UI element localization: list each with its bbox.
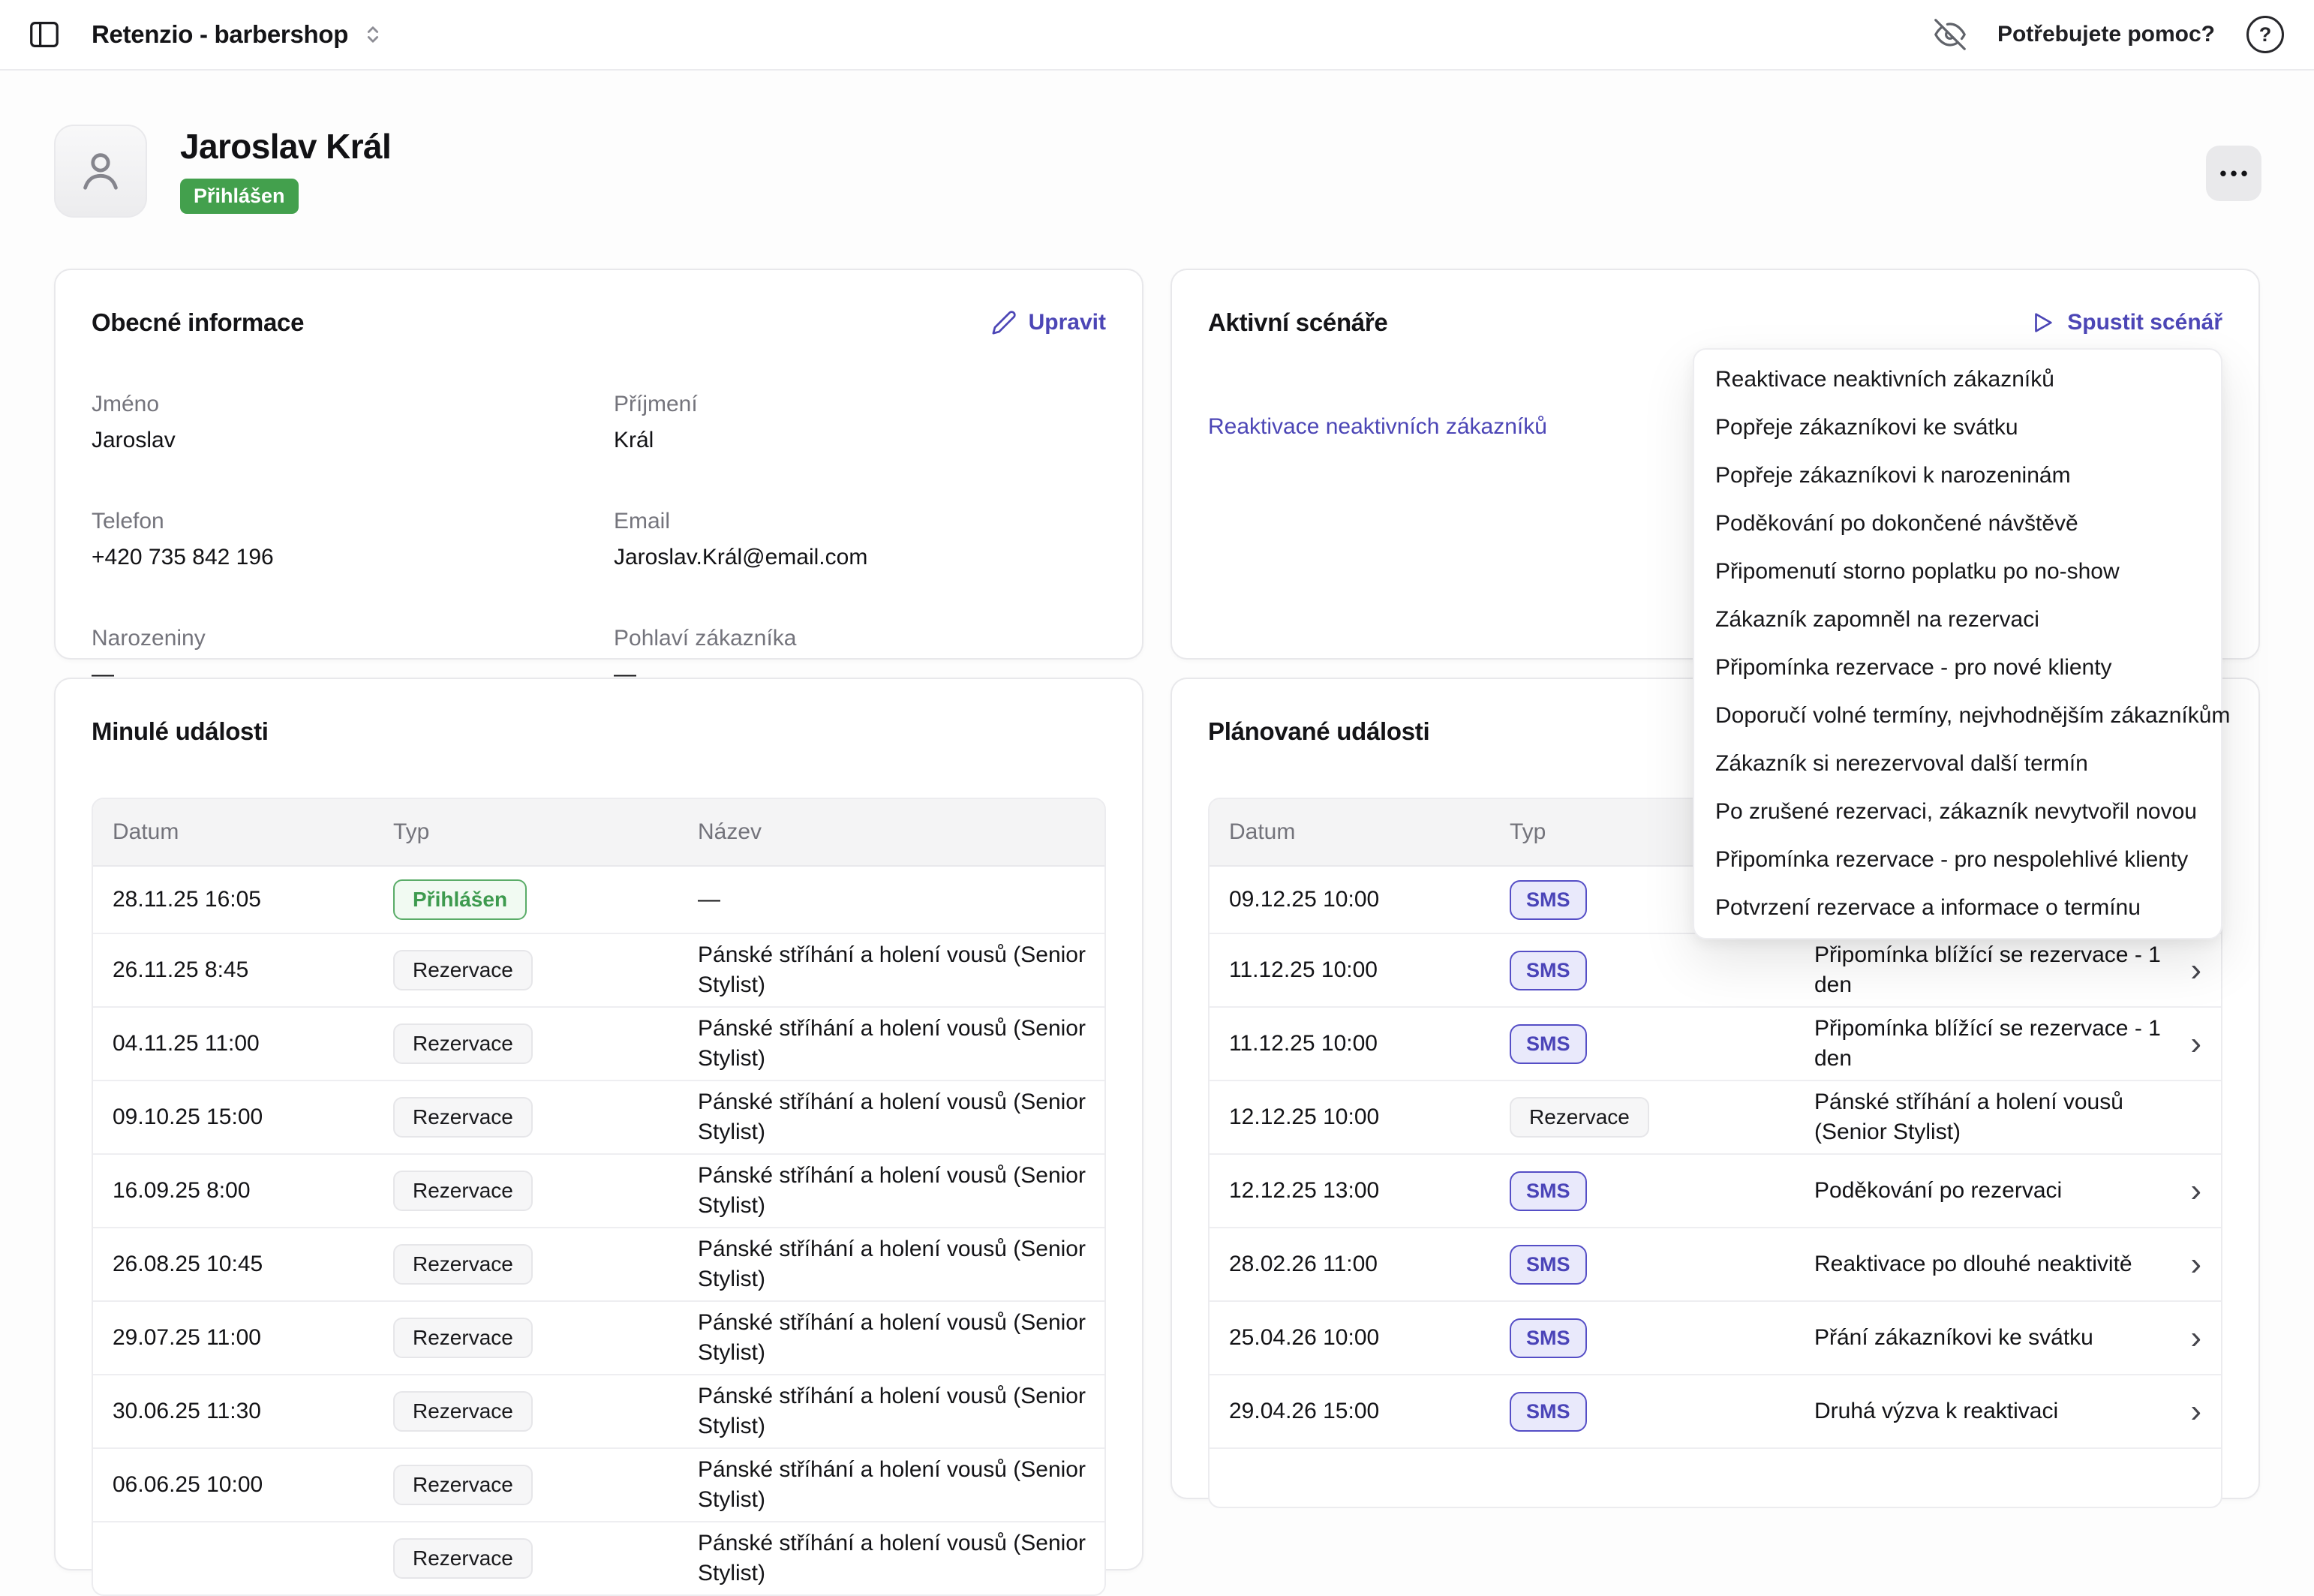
menu-item[interactable]: Popřeje zákazníkovi k narozeninám: [1694, 452, 2221, 500]
chevron-right-icon[interactable]: ›: [2190, 1249, 2201, 1279]
type-badge: Rezervace: [393, 1318, 533, 1358]
menu-item[interactable]: Připomenutí storno poplatku po no-show: [1694, 548, 2221, 596]
type-badge: Rezervace: [393, 1244, 533, 1285]
menu-item[interactable]: Zákazník zapomněl na rezervaci: [1694, 596, 2221, 644]
type-badge: Rezervace: [393, 1391, 533, 1432]
general-info-grid: Jméno Jaroslav Příjmení Král Telefon +42…: [92, 392, 1106, 687]
type-badge: Přihlášen: [393, 879, 527, 920]
sidebar-panel-icon: [27, 17, 62, 52]
table-row[interactable]: 25.04.26 10:00 SMS Přání zákazníkovi ke …: [1210, 1302, 2221, 1375]
general-info-title: Obecné informace: [92, 308, 304, 337]
field-last-name: Příjmení Král: [614, 392, 1106, 453]
type-badge: Rezervace: [393, 1023, 533, 1064]
workspace-title: Retenzio - barbershop: [92, 20, 348, 49]
table-row: 04.11.25 11:00 Rezervace Pánské stříhání…: [93, 1008, 1104, 1081]
status-badge: Přihlášen: [180, 179, 299, 214]
table-header: Datum Typ Název: [93, 799, 1104, 867]
chevron-right-icon[interactable]: ›: [2190, 1176, 2201, 1206]
planned-events-title: Plánované události: [1208, 717, 1429, 746]
type-badge: SMS: [1510, 1024, 1587, 1064]
customer-name: Jaroslav Král: [180, 126, 391, 167]
run-scenario-button[interactable]: Spustit scénář: [2030, 310, 2222, 335]
table-row: 30.06.25 11:30 Rezervace Pánské stříhání…: [93, 1375, 1104, 1449]
eye-off-icon[interactable]: [1934, 19, 1966, 50]
table-row: 26.08.25 10:45 Rezervace Pánské stříhání…: [93, 1228, 1104, 1302]
top-bar: Retenzio - barbershop Potřebujete pomoc?…: [0, 0, 2314, 71]
edit-button[interactable]: Upravit: [991, 310, 1106, 335]
table-row: 16.09.25 8:00 Rezervace Pánské stříhání …: [93, 1155, 1104, 1228]
type-badge: SMS: [1510, 951, 1587, 990]
type-badge: Rezervace: [1510, 1097, 1649, 1138]
table-row[interactable]: 11.12.25 10:00 SMS Připomínka blížící se…: [1210, 934, 2221, 1008]
general-info-card: Obecné informace Upravit Jméno Jaroslav …: [54, 269, 1143, 660]
type-badge: SMS: [1510, 880, 1587, 920]
past-events-title: Minulé události: [92, 717, 269, 746]
table-row: 29.07.25 11:00 Rezervace Pánské stříhání…: [93, 1302, 1104, 1375]
past-events-card: Minulé události Datum Typ Název 28.11.25…: [54, 678, 1143, 1570]
help-icon[interactable]: ?: [2246, 16, 2284, 53]
table-row[interactable]: 29.04.26 15:00 SMS Druhá výzva k reaktiv…: [1210, 1375, 2221, 1449]
table-row: 26.11.25 8:45 Rezervace Pánské stříhání …: [93, 934, 1104, 1008]
more-actions-button[interactable]: •••: [2206, 146, 2261, 201]
avatar: [54, 125, 147, 218]
table-row: Rezervace Pánské stříhání a holení vousů…: [93, 1522, 1104, 1594]
table-row[interactable]: 12.12.25 13:00 SMS Poděkování po rezerva…: [1210, 1155, 2221, 1228]
chevron-up-down-icon: [360, 22, 386, 47]
type-badge: Rezervace: [393, 1171, 533, 1211]
table-row: 28.11.25 16:05 Přihlášen —: [93, 867, 1104, 934]
customer-header: Jaroslav Král Přihlášen •••: [54, 125, 2261, 218]
table-row: 12.12.25 10:00 Rezervace Pánské stříhání…: [1210, 1081, 2221, 1155]
chevron-right-icon[interactable]: ›: [2190, 1396, 2201, 1426]
menu-item[interactable]: Po zrušené rezervaci, zákazník nevytvoři…: [1694, 788, 2221, 836]
menu-item[interactable]: Reaktivace neaktivních zákazníků: [1694, 356, 2221, 404]
person-icon: [74, 144, 128, 198]
scenario-dropdown-menu: Reaktivace neaktivních zákazníků Popřeje…: [1693, 348, 2222, 939]
menu-item[interactable]: Poděkování po dokončené návštěvě: [1694, 500, 2221, 548]
menu-item[interactable]: Doporučí volné termíny, nejvhodnějším zá…: [1694, 692, 2221, 740]
type-badge: SMS: [1510, 1318, 1587, 1358]
active-scenarios-title: Aktivní scénáře: [1208, 308, 1387, 337]
menu-item[interactable]: Potvrzení rezervace a informace o termín…: [1694, 884, 2221, 932]
type-badge: SMS: [1510, 1245, 1587, 1285]
type-badge: Rezervace: [393, 1097, 533, 1138]
table-row: 06.06.25 10:00 Rezervace Pánské stříhání…: [93, 1449, 1104, 1522]
field-first-name: Jméno Jaroslav: [92, 392, 614, 453]
past-events-table: Datum Typ Název 28.11.25 16:05 Přihlášen…: [92, 798, 1106, 1596]
workspace-switcher[interactable]: [360, 22, 386, 47]
table-row[interactable]: 28.02.26 11:00 SMS Reaktivace po dlouhé …: [1210, 1228, 2221, 1302]
active-scenario-link[interactable]: Reaktivace neaktivních zákazníků: [1208, 414, 1547, 440]
menu-item[interactable]: Popřeje zákazníkovi ke svátku: [1694, 404, 2221, 452]
menu-item[interactable]: Připomínka rezervace - pro nové klienty: [1694, 644, 2221, 692]
empty-row: [1210, 1449, 2221, 1508]
field-email: Email Jaroslav.Král@email.com: [614, 509, 1106, 570]
help-link[interactable]: Potřebujete pomoc?: [1997, 22, 2215, 47]
chevron-right-icon[interactable]: ›: [2190, 1323, 2201, 1353]
pencil-icon: [991, 310, 1017, 335]
type-badge: SMS: [1510, 1171, 1587, 1211]
play-icon: [2030, 310, 2055, 335]
sidebar-toggle-button[interactable]: [23, 13, 66, 56]
type-badge: Rezervace: [393, 1538, 533, 1579]
type-badge: Rezervace: [393, 950, 533, 990]
chevron-right-icon[interactable]: ›: [2190, 955, 2201, 985]
chevron-right-icon[interactable]: ›: [2190, 1029, 2201, 1059]
table-row[interactable]: 11.12.25 10:00 SMS Připomínka blížící se…: [1210, 1008, 2221, 1081]
type-badge: SMS: [1510, 1392, 1587, 1432]
menu-item[interactable]: Zákazník si nerezervoval další termín: [1694, 740, 2221, 788]
field-phone: Telefon +420 735 842 196: [92, 509, 614, 570]
table-row: 09.10.25 15:00 Rezervace Pánské stříhání…: [93, 1081, 1104, 1155]
menu-item[interactable]: Připomínka rezervace - pro nespolehlivé …: [1694, 836, 2221, 884]
type-badge: Rezervace: [393, 1465, 533, 1505]
